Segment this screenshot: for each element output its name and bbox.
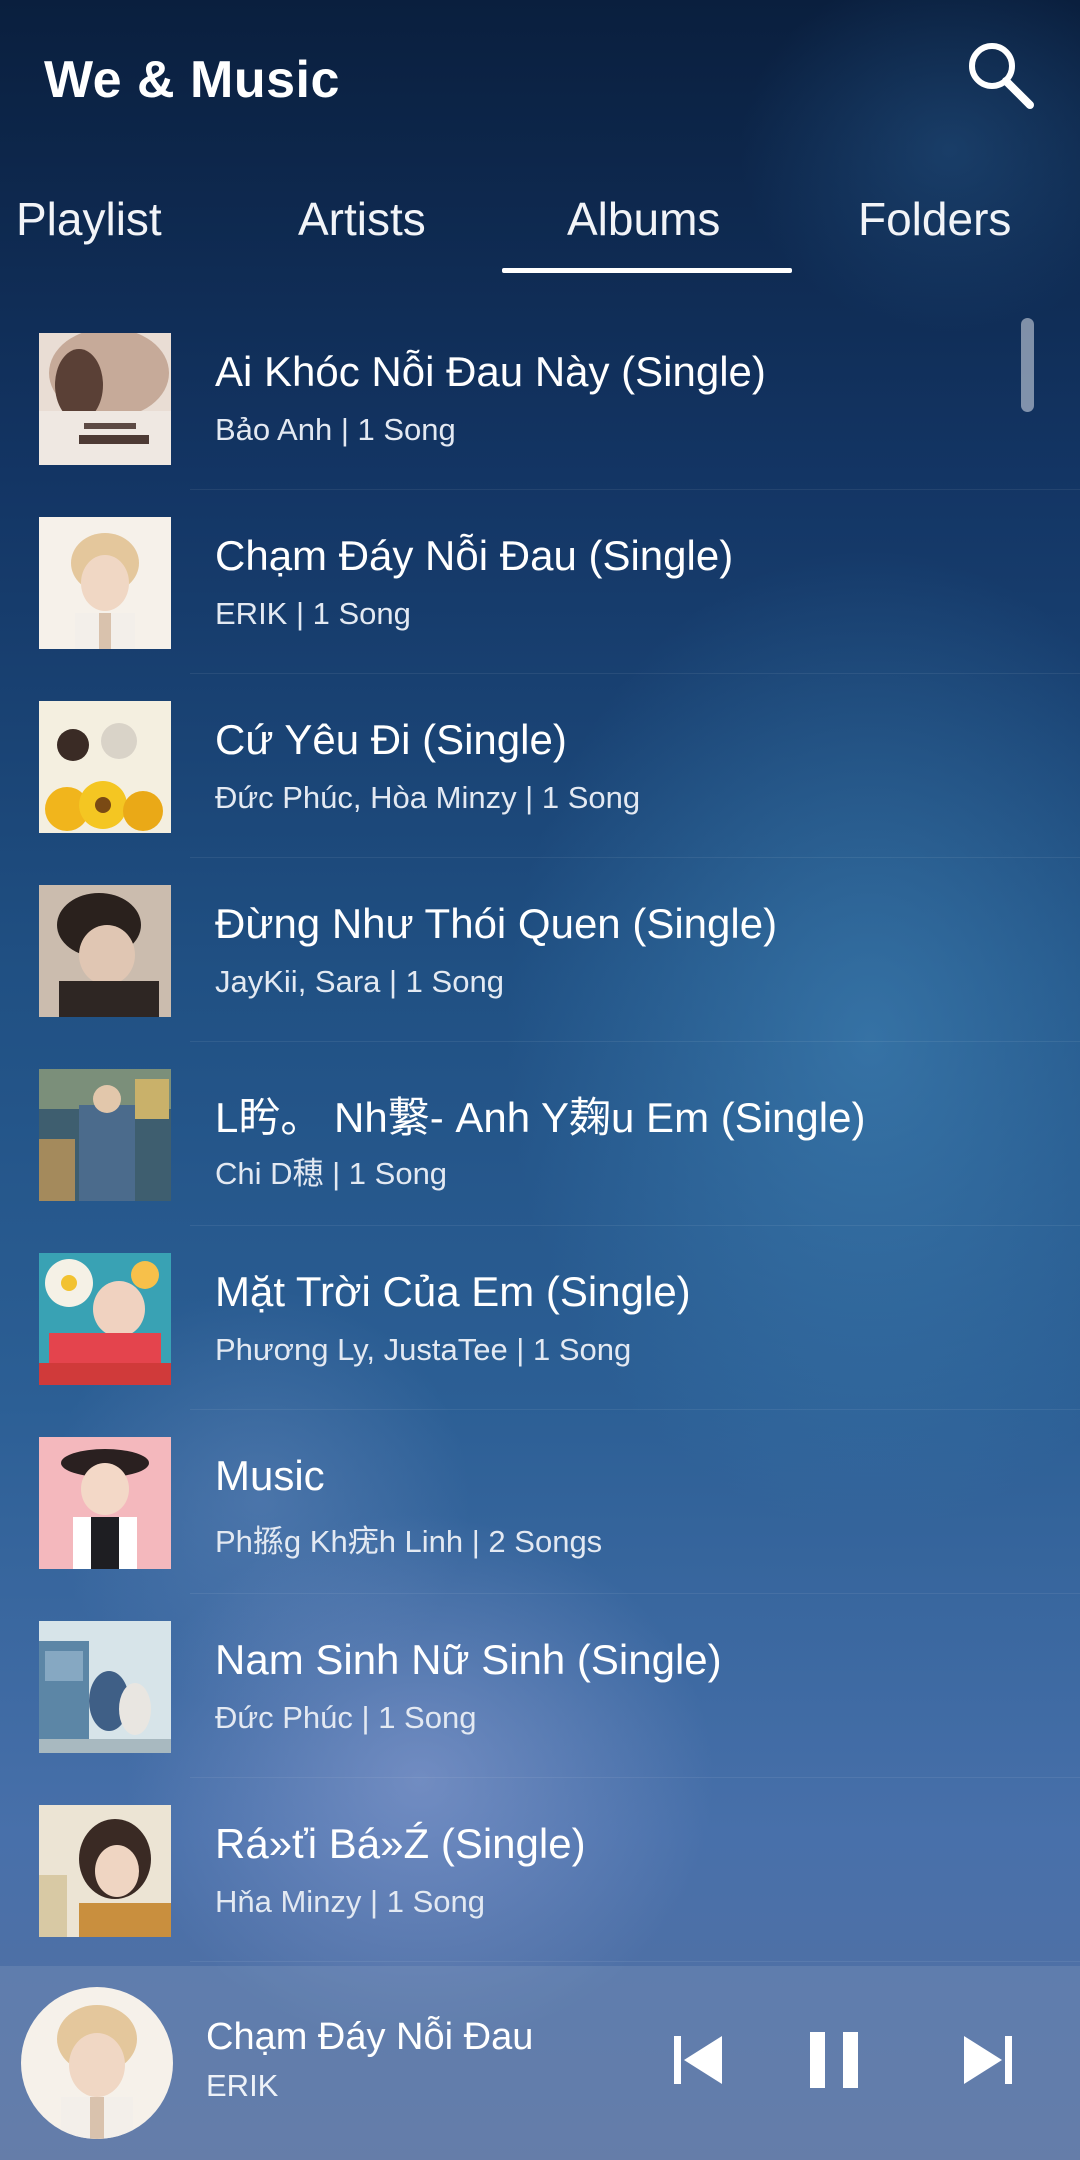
album-art (39, 1437, 171, 1569)
now-playing-artist: ERIK (206, 2068, 279, 2103)
app-header: We & Music (0, 0, 1080, 160)
tab-folders[interactable]: Folders (858, 192, 1011, 246)
album-title: Cứ Yêu Đi (Single) (215, 716, 567, 763)
album-row[interactable]: Nam Sinh Nữ Sinh (Single) Đức Phúc | 1 S… (0, 1594, 1080, 1778)
tab-albums[interactable]: Albums (567, 192, 720, 246)
album-meta: Chi D穂 | 1 Song (215, 1156, 448, 1191)
album-title: Chạm Đáy Nỗi Đau (Single) (215, 532, 734, 579)
previous-button[interactable] (668, 2030, 728, 2095)
album-art (39, 885, 171, 1017)
next-button[interactable] (958, 2030, 1018, 2095)
album-title: Music (215, 1452, 325, 1499)
album-art (39, 333, 171, 465)
album-meta: ERIK | 1 Song (215, 596, 411, 631)
album-meta: Hňa Minzy | 1 Song (215, 1884, 485, 1919)
pause-icon (810, 2032, 858, 2088)
album-meta: Bảo Anh | 1 Song (215, 412, 456, 447)
skip-next-icon (964, 2036, 1012, 2084)
album-row[interactable]: Ai Khóc Nỗi Đau Này (Single) Bảo Anh | 1… (0, 306, 1080, 490)
album-row[interactable]: Music Ph搎g Kh疣h Linh | 2 Songs (0, 1410, 1080, 1594)
skip-previous-icon (674, 2036, 722, 2084)
album-row[interactable]: Mặt Trời Của Em (Single) Phương Ly, Just… (0, 1226, 1080, 1410)
tab-selected-indicator (502, 268, 792, 273)
album-list[interactable]: Ai Khóc Nỗi Đau Này (Single) Bảo Anh | 1… (0, 306, 1080, 1966)
list-scrollbar[interactable] (1021, 318, 1034, 412)
album-meta: JayKii, Sara | 1 Song (215, 964, 504, 999)
album-art (39, 1621, 171, 1753)
album-title: Đừng Như Thói Quen (Single) (215, 900, 778, 947)
pause-button[interactable] (806, 2030, 866, 2095)
album-art (39, 1069, 171, 1201)
album-meta: Ph搎g Kh疣h Linh | 2 Songs (215, 1524, 603, 1559)
tab-playlist[interactable]: Playlist (16, 192, 162, 246)
album-title: Mặt Trời Của Em (Single) (215, 1268, 691, 1315)
album-row[interactable]: Đừng Như Thói Quen (Single) JayKii, Sara… (0, 858, 1080, 1042)
now-playing-bar[interactable]: Chạm Đáy Nỗi Đau ERIK (0, 1966, 1080, 2160)
app-title: We & Music (44, 51, 340, 109)
album-art (39, 1805, 171, 1937)
album-title: L盻。 Nh繋- Anh Y麹u Em (Single) (215, 1094, 866, 1141)
album-art (39, 1253, 171, 1385)
album-row[interactable]: Chạm Đáy Nỗi Đau (Single) ERIK | 1 Song (0, 490, 1080, 674)
album-title: Rá»ťi Bá»Ź (Single) (215, 1820, 586, 1867)
album-row[interactable]: L盻。 Nh繋- Anh Y麹u Em (Single) Chi D穂 | 1 … (0, 1042, 1080, 1226)
search-button[interactable] (960, 36, 1040, 116)
tab-artists[interactable]: Artists (298, 192, 426, 246)
album-meta: Đức Phúc, Hòa Minzy | 1 Song (215, 780, 641, 815)
album-title: Ai Khóc Nỗi Đau Này (Single) (215, 348, 766, 395)
album-row[interactable]: Cứ Yêu Đi (Single) Đức Phúc, Hòa Minzy |… (0, 674, 1080, 858)
album-art (39, 701, 171, 833)
album-row[interactable]: Rá»ťi Bá»Ź (Single) Hňa Minzy | 1 Song (0, 1778, 1080, 1962)
tab-bar: Playlist Artists Albums Folders (0, 180, 1080, 276)
album-title: Nam Sinh Nữ Sinh (Single) (215, 1636, 722, 1683)
album-meta: Phương Ly, JustaTee | 1 Song (215, 1332, 632, 1367)
now-playing-art (21, 1987, 173, 2139)
search-icon (969, 43, 1034, 109)
album-art (39, 517, 171, 649)
album-meta: Đức Phúc | 1 Song (215, 1700, 477, 1735)
now-playing-title: Chạm Đáy Nỗi Đau (206, 2016, 534, 2058)
